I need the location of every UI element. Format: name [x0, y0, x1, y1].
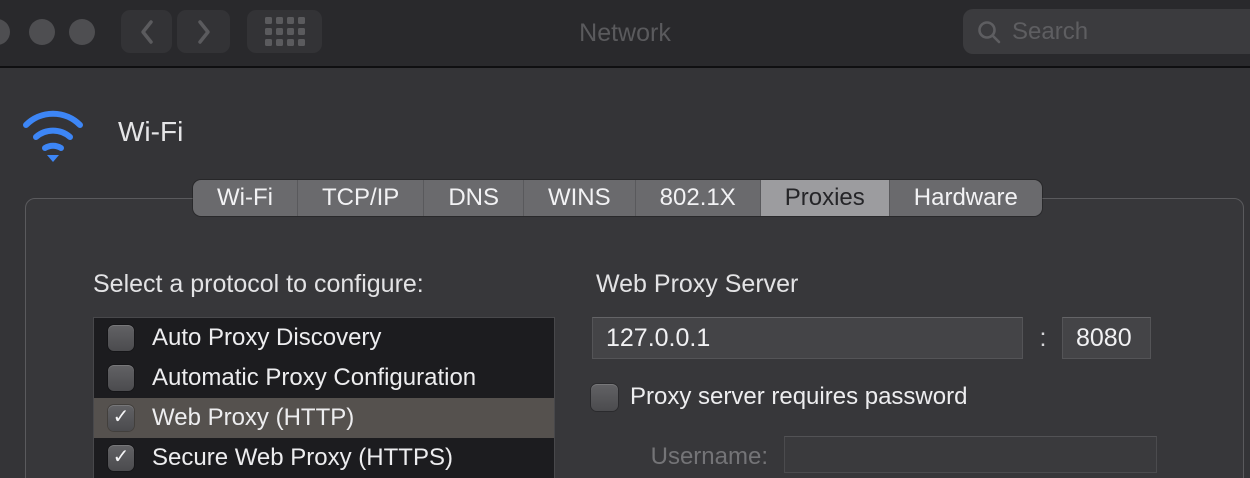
checkbox-check-icon[interactable]: ✓ — [108, 445, 134, 471]
protocol-list: ✓ Auto Proxy Discovery ✓ Automatic Proxy… — [93, 317, 555, 478]
minimize-icon[interactable] — [29, 19, 55, 45]
tab-802-1x[interactable]: 802.1X — [636, 180, 761, 216]
password-required-label: Proxy server requires password — [630, 383, 967, 411]
checkbox-check-icon[interactable]: ✓ — [108, 365, 134, 391]
zoom-icon[interactable] — [69, 19, 95, 45]
tab-bar: Wi-Fi TCP/IP DNS WINS 802.1X Proxies H — [193, 180, 1042, 216]
back-button[interactable] — [121, 10, 172, 53]
proxy-port-input[interactable] — [1062, 317, 1151, 359]
protocol-row-web-proxy-http[interactable]: ✓ Web Proxy (HTTP) — [94, 398, 554, 438]
tab-wi-fi[interactable]: Wi-Fi — [193, 180, 298, 216]
protocol-row-auto-proxy-discovery[interactable]: ✓ Auto Proxy Discovery — [94, 318, 554, 358]
show-all-grid-icon — [265, 17, 305, 46]
username-label: Username: — [595, 443, 768, 471]
close-icon[interactable] — [0, 19, 10, 45]
tab-wins[interactable]: WINS — [524, 180, 636, 216]
checkbox-check-icon[interactable]: ✓ — [108, 405, 134, 431]
tab-proxies[interactable]: Proxies — [761, 180, 890, 216]
proxy-address-input[interactable] — [592, 317, 1023, 359]
password-required-checkbox[interactable]: ✓ — [591, 384, 618, 411]
protocol-row-secure-web-proxy-https[interactable]: ✓ Secure Web Proxy (HTTPS) — [94, 438, 554, 478]
connection-header: Wi-Fi — [19, 100, 183, 164]
tab-tcp-ip[interactable]: TCP/IP — [298, 180, 424, 216]
titlebar: Network — [0, 0, 1250, 68]
protocol-row-automatic-proxy-configuration[interactable]: ✓ Automatic Proxy Configuration — [94, 358, 554, 398]
forward-button[interactable] — [177, 10, 230, 53]
chevron-left-icon — [138, 18, 156, 46]
show-all-button[interactable] — [247, 10, 322, 53]
proxy-server-heading: Web Proxy Server — [596, 270, 798, 299]
search-input[interactable] — [1012, 18, 1212, 46]
search-icon — [976, 19, 1002, 45]
tab-dns[interactable]: DNS — [424, 180, 524, 216]
address-port-separator: : — [1030, 317, 1056, 359]
tab-hardware[interactable]: Hardware — [890, 180, 1042, 216]
chevron-right-icon — [195, 18, 213, 46]
password-required-row: ✓ Proxy server requires password — [591, 383, 967, 411]
connection-name: Wi-Fi — [118, 116, 183, 148]
protocols-heading: Select a protocol to configure: — [93, 270, 424, 299]
search-field[interactable] — [963, 9, 1250, 54]
wifi-icon — [19, 101, 87, 163]
username-input[interactable] — [784, 436, 1157, 473]
checkbox-check-icon[interactable]: ✓ — [108, 325, 134, 351]
